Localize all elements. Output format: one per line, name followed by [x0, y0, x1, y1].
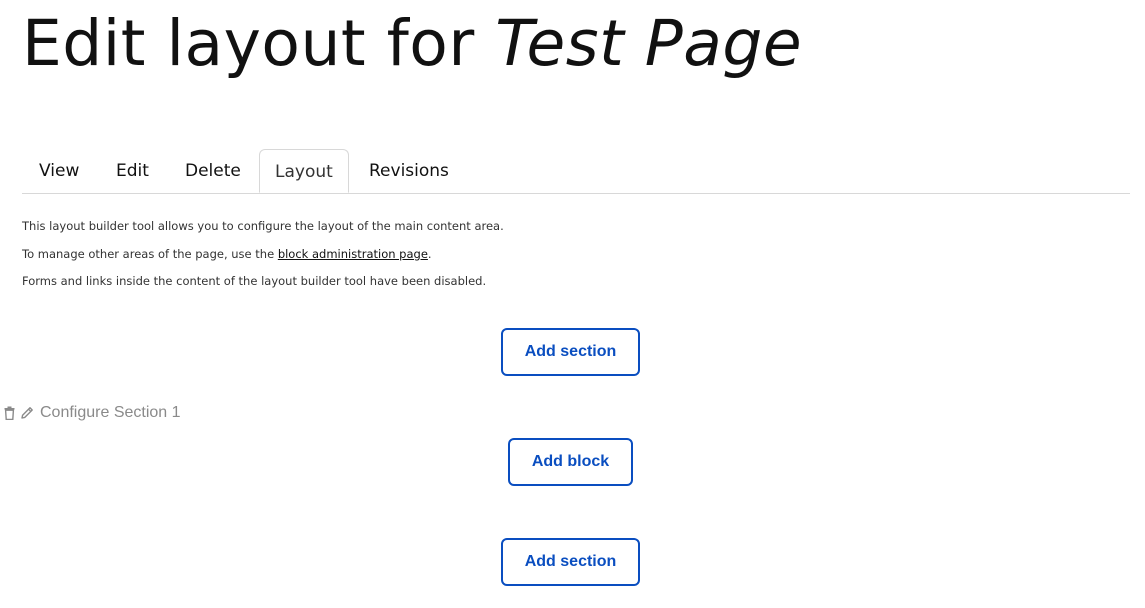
- block-administration-link[interactable]: block administration page: [278, 247, 428, 261]
- tab-layout[interactable]: Layout: [259, 149, 349, 193]
- tab-view[interactable]: View: [39, 149, 79, 193]
- help-text-blocks-after: .: [427, 247, 432, 261]
- trash-icon[interactable]: [2, 405, 16, 421]
- page-title-prefix: Edit layout for: [22, 7, 475, 80]
- page-title-entity: Test Page: [495, 7, 803, 80]
- section-1-controls: Configure Section 1: [2, 402, 181, 424]
- help-text-blocks-before: To manage other areas of the page, use t…: [22, 247, 278, 261]
- tab-edit[interactable]: Edit: [116, 149, 149, 193]
- primary-tabs: View Edit Delete Layout Revisions: [22, 149, 1130, 194]
- add-block-button[interactable]: Add block: [508, 438, 633, 486]
- pencil-icon[interactable]: [20, 405, 34, 421]
- configure-section-link[interactable]: Configure Section 1: [40, 404, 181, 422]
- add-section-button-top[interactable]: Add section: [501, 328, 640, 376]
- help-text-intro: This layout builder tool allows you to c…: [22, 219, 504, 233]
- help-text-blocks: To manage other areas of the page, use t…: [22, 247, 432, 261]
- add-section-button-bottom[interactable]: Add section: [501, 538, 640, 586]
- page-title: Edit layout for Test Page: [22, 2, 802, 86]
- tab-revisions[interactable]: Revisions: [369, 149, 449, 193]
- tab-delete[interactable]: Delete: [185, 149, 241, 193]
- help-text-disabled: Forms and links inside the content of th…: [22, 274, 487, 288]
